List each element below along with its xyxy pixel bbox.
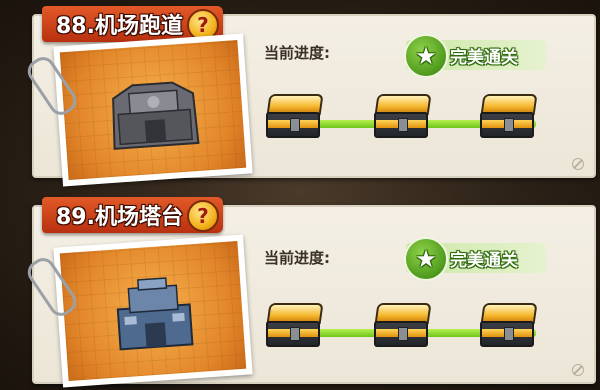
level-preview-image: [59, 39, 247, 181]
help-icon[interactable]: ?: [186, 200, 219, 232]
status-text: 完美通关: [450, 47, 518, 68]
level-preview-image: [59, 240, 247, 382]
level-title-tab: 89.机场塔台 ?: [42, 197, 223, 233]
disabled-icon: [572, 364, 584, 376]
fortress-icon: [112, 81, 200, 150]
level-card-89[interactable]: 89.机场塔台 ? 当前进度: ★ 完美通关: [23, 197, 596, 388]
chest-box: [374, 321, 428, 347]
disabled-icon: [572, 158, 584, 170]
status-badge: ★ 完美通关: [404, 34, 546, 78]
reward-chest-3[interactable]: [480, 94, 538, 140]
level-preview-photo[interactable]: [23, 234, 253, 388]
level-title: 88.机场跑道: [56, 14, 183, 39]
chest-box: [266, 112, 320, 138]
status-text: 完美通关: [450, 250, 518, 271]
tower-icon: [116, 277, 194, 351]
reward-chest-2[interactable]: [374, 303, 432, 349]
progress-label: 当前进度:: [264, 249, 330, 267]
chest-box: [374, 112, 428, 138]
chest-box: [480, 321, 534, 347]
reward-chest-1[interactable]: [266, 303, 324, 349]
progress-label: 当前进度:: [264, 44, 330, 62]
level-card-88[interactable]: 88.机场跑道 ? 当前进度: ★ 完美通关: [23, 6, 596, 187]
star-icon: ★: [404, 237, 448, 281]
chest-box: [266, 321, 320, 347]
reward-chest-3[interactable]: [480, 303, 538, 349]
level-preview-photo[interactable]: [23, 33, 253, 187]
status-badge: ★ 完美通关: [404, 237, 546, 281]
reward-chest-2[interactable]: [374, 94, 432, 140]
reward-chest-1[interactable]: [266, 94, 324, 140]
star-icon: ★: [404, 34, 448, 78]
level-title: 89.机场塔台: [56, 205, 183, 230]
chest-box: [480, 112, 534, 138]
